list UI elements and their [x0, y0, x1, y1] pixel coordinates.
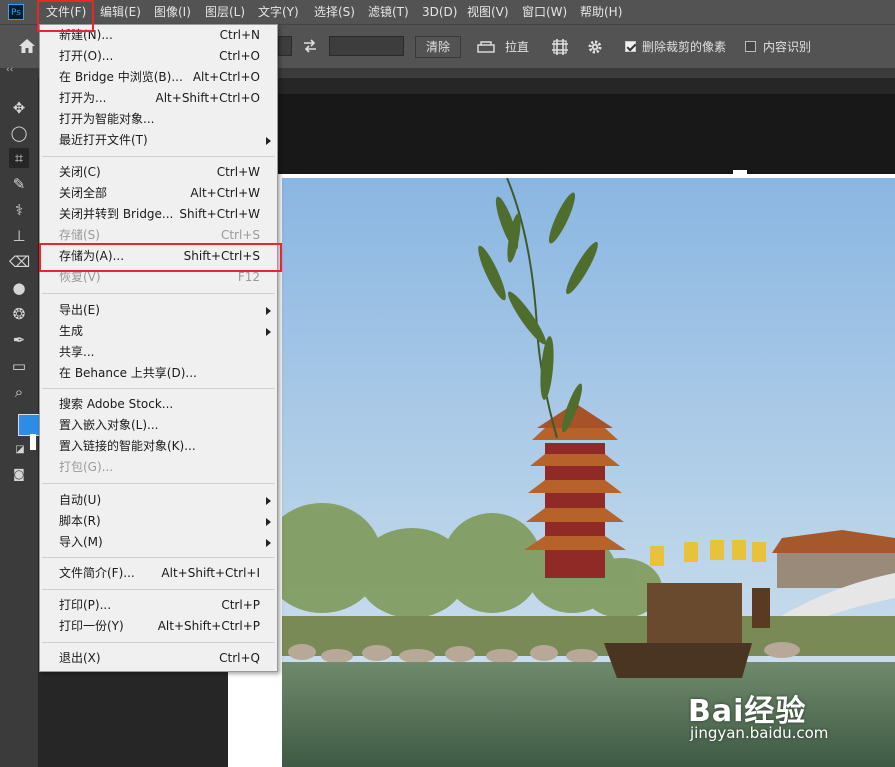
- sponge-tool-icon[interactable]: ❂: [9, 304, 29, 324]
- save-as-highlight: [39, 243, 282, 272]
- menu-item-open-recent[interactable]: 最近打开文件(T): [40, 130, 277, 151]
- menu-separator: [42, 642, 275, 643]
- file-menu-highlight: [37, 0, 94, 32]
- submenu-arrow-icon: [266, 497, 271, 505]
- menu-edit[interactable]: 编辑(E): [94, 0, 147, 24]
- clear-button[interactable]: 清除: [415, 36, 462, 58]
- menu-item-exit[interactable]: 退出(X) Ctrl+Q: [40, 648, 277, 669]
- menu-item-print-one-copy[interactable]: 打印一份(Y) Alt+Shift+Ctrl+P: [40, 616, 277, 637]
- submenu-arrow-icon: [266, 518, 271, 526]
- menu-separator: [42, 589, 275, 590]
- rectangle-tool-icon[interactable]: ▭: [9, 356, 29, 376]
- menu-separator: [42, 557, 275, 558]
- menu-item-file-info[interactable]: 文件简介(F)... Alt+Shift+Ctrl+I: [40, 563, 277, 584]
- gear-icon[interactable]: [587, 39, 603, 55]
- menu-item-print[interactable]: 打印(P)... Ctrl+P: [40, 595, 277, 616]
- grid-overlay-icon[interactable]: [551, 38, 569, 56]
- height-field[interactable]: [329, 36, 404, 56]
- menu-item-close-all[interactable]: 关闭全部 Alt+Ctrl+W: [40, 183, 277, 204]
- default-colors-icon[interactable]: ◪: [10, 440, 30, 460]
- collapse-chevron-icon[interactable]: ‹‹: [6, 65, 13, 75]
- menu-select[interactable]: 选择(S): [308, 0, 361, 24]
- submenu-arrow-icon: [266, 137, 271, 145]
- menu-item-package[interactable]: 打包(G)...: [40, 457, 277, 478]
- submenu-arrow-icon: [266, 328, 271, 336]
- menu-item-place-linked[interactable]: 置入链接的智能对象(K)...: [40, 436, 277, 457]
- menu-separator: [42, 483, 275, 484]
- content-aware-label: 内容识别: [763, 40, 812, 54]
- submenu-arrow-icon: [266, 307, 271, 315]
- quick-mask-icon[interactable]: ◙: [9, 464, 29, 484]
- menu-item-browse-bridge[interactable]: 在 Bridge 中浏览(B)... Alt+Ctrl+O: [40, 67, 277, 88]
- menu-item-open[interactable]: 打开(O)... Ctrl+O: [40, 46, 277, 67]
- straighten-label[interactable]: 拉直: [505, 38, 529, 55]
- photoshop-logo: Ps: [8, 4, 24, 20]
- menu-separator: [42, 293, 275, 294]
- blur-tool-icon[interactable]: ●: [9, 278, 29, 298]
- menu-view[interactable]: 视图(V): [461, 0, 515, 24]
- menu-separator: [42, 156, 275, 157]
- menu-image[interactable]: 图像(I): [148, 0, 197, 24]
- menu-item-open-smart-object[interactable]: 打开为智能对象...: [40, 109, 277, 130]
- background-color-swatch[interactable]: [30, 434, 36, 450]
- foreground-color-swatch[interactable]: [18, 414, 40, 436]
- crop-tool-icon[interactable]: ⌗: [9, 148, 29, 168]
- menu-item-place-embedded[interactable]: 置入嵌入对象(L)...: [40, 415, 277, 436]
- menu-item-close-go-bridge[interactable]: 关闭并转到 Bridge... Shift+Ctrl+W: [40, 204, 277, 225]
- menu-window[interactable]: 窗口(W): [516, 0, 573, 24]
- submenu-arrow-icon: [266, 539, 271, 547]
- stamp-tool-icon[interactable]: ⊥: [9, 226, 29, 246]
- pen-tool-icon[interactable]: ✒: [9, 330, 29, 350]
- document-pasteboard: [228, 94, 895, 174]
- width-field[interactable]: [278, 36, 292, 56]
- menu-item-share-behance[interactable]: 在 Behance 上共享(D)...: [40, 363, 277, 384]
- document-photo: [282, 178, 895, 767]
- menu-item-import[interactable]: 导入(M): [40, 532, 277, 553]
- delete-cropped-label: 删除裁剪的像素: [642, 40, 727, 54]
- home-icon[interactable]: [18, 37, 36, 55]
- menu-help[interactable]: 帮助(H): [574, 0, 628, 24]
- menu-item-export[interactable]: 导出(E): [40, 300, 277, 321]
- brush-tool-icon[interactable]: ✎: [9, 174, 29, 194]
- menu-item-open-as[interactable]: 打开为... Alt+Shift+Ctrl+O: [40, 88, 277, 109]
- menu-item-automate[interactable]: 自动(U): [40, 490, 277, 511]
- straighten-icon[interactable]: [476, 39, 496, 55]
- menu-item-close[interactable]: 关闭(C) Ctrl+W: [40, 162, 277, 183]
- content-aware-checkbox[interactable]: [745, 41, 756, 52]
- menu-item-scripts[interactable]: 脚本(R): [40, 511, 277, 532]
- menu-layer[interactable]: 图层(L): [199, 0, 251, 24]
- menu-separator: [42, 388, 275, 389]
- photo-scene: [282, 178, 895, 767]
- file-menu-dropdown: 新建(N)... Ctrl+N 打开(O)... Ctrl+O 在 Bridge 中…: [39, 24, 278, 672]
- menu-3d[interactable]: 3D(D): [416, 0, 463, 24]
- tools-panel: ✥ ◯ ⌗ ✎ ⚕ ⊥ ⌫ ● ❂ ✒ ▭ ⌕ ◪ ◙: [0, 78, 40, 767]
- zoom-tool-icon[interactable]: ⌕: [9, 382, 29, 402]
- eraser-tool-icon[interactable]: ⌫: [9, 252, 30, 272]
- swap-icon[interactable]: [302, 39, 318, 53]
- delete-cropped-checkbox[interactable]: [625, 41, 636, 52]
- healing-brush-icon[interactable]: ⚕: [9, 200, 29, 220]
- menu-type[interactable]: 文字(Y): [252, 0, 305, 24]
- menu-item-generate[interactable]: 生成: [40, 321, 277, 342]
- move-tool-icon[interactable]: ✥: [9, 98, 29, 118]
- lasso-tool-icon[interactable]: ◯: [9, 123, 29, 143]
- menu-filter[interactable]: 滤镜(T): [362, 0, 415, 24]
- menu-bar: Ps 文件(F) 编辑(E) 图像(I) 图层(L) 文字(Y) 选择(S) 滤…: [0, 0, 895, 24]
- menu-item-search-stock[interactable]: 搜索 Adobe Stock...: [40, 394, 277, 415]
- watermark-url: jingyan.baidu.com: [690, 724, 829, 742]
- menu-item-share[interactable]: 共享...: [40, 342, 277, 363]
